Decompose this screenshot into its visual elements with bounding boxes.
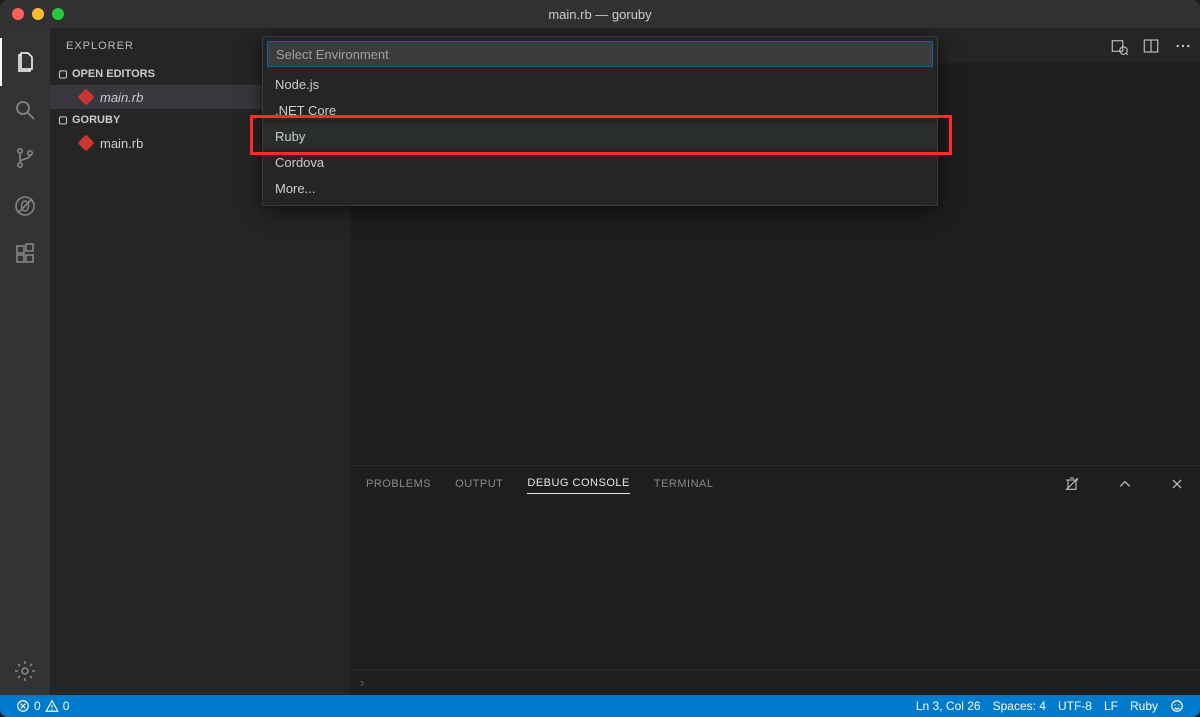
prompt-chevron-icon: › — [360, 675, 364, 690]
debug-config-icon[interactable] — [1110, 37, 1128, 55]
status-feedback[interactable] — [1164, 695, 1190, 717]
status-encoding[interactable]: UTF-8 — [1052, 695, 1098, 717]
extensions-icon — [13, 242, 37, 266]
status-language[interactable]: Ruby — [1124, 695, 1164, 717]
debug-console-body[interactable] — [350, 501, 1200, 669]
window-controls — [0, 8, 64, 20]
status-bar: 0 0 Ln 3, Col 26 Spaces: 4 UTF-8 LF Ruby — [0, 695, 1200, 717]
chevron-down-icon: ▢ — [56, 69, 70, 80]
gear-icon — [13, 659, 37, 683]
panel-tab-problems[interactable]: PROBLEMS — [366, 474, 431, 494]
more-actions-icon[interactable] — [1174, 37, 1192, 55]
close-window-button[interactable] — [12, 8, 24, 20]
activity-settings[interactable] — [0, 647, 50, 695]
panel-close-icon[interactable] — [1170, 477, 1184, 491]
quickpick-environment: Select Environment Node.js .NET Core Rub… — [262, 36, 938, 206]
debug-console-input[interactable]: › — [350, 669, 1200, 695]
activity-search[interactable] — [0, 86, 50, 134]
bottom-panel: PROBLEMS OUTPUT DEBUG CONSOLE TERMINAL — [350, 465, 1200, 695]
quickpick-placeholder: Select Environment — [276, 47, 389, 62]
open-editors-label: OPEN EDITORS — [72, 68, 155, 80]
activity-source-control[interactable] — [0, 134, 50, 182]
window: main.rb — goruby — [0, 0, 1200, 717]
quickpick-item-more[interactable]: More... — [263, 175, 937, 201]
clear-console-icon[interactable] — [1064, 476, 1080, 492]
panel-tab-terminal[interactable]: TERMINAL — [654, 474, 714, 494]
ruby-file-icon — [78, 89, 94, 105]
panel-tab-debug-console[interactable]: DEBUG CONSOLE — [527, 473, 629, 494]
quickpick-input[interactable]: Select Environment — [267, 41, 933, 67]
chevron-down-icon: ▢ — [56, 115, 70, 126]
error-icon — [16, 699, 30, 713]
window-title: main.rb — goruby — [548, 7, 651, 22]
warning-icon — [45, 699, 59, 713]
no-bug-icon — [13, 194, 37, 218]
panel-tabs: PROBLEMS OUTPUT DEBUG CONSOLE TERMINAL — [350, 466, 1200, 501]
panel-maximize-icon[interactable] — [1118, 477, 1132, 491]
minimize-window-button[interactable] — [32, 8, 44, 20]
quickpick-list: Node.js .NET Core Ruby Cordova More... — [263, 71, 937, 205]
quickpick-item-cordova[interactable]: Cordova — [263, 149, 937, 175]
panel-tab-output[interactable]: OUTPUT — [455, 474, 503, 494]
activity-bar — [0, 28, 50, 695]
smiley-icon — [1170, 699, 1184, 713]
activity-explorer[interactable] — [0, 38, 50, 86]
quickpick-item-nodejs[interactable]: Node.js — [263, 71, 937, 97]
activity-extensions[interactable] — [0, 230, 50, 278]
activity-debug[interactable] — [0, 182, 50, 230]
file-name: main.rb — [100, 90, 143, 105]
file-name: main.rb — [100, 136, 143, 151]
search-icon — [13, 98, 37, 122]
maximize-window-button[interactable] — [52, 8, 64, 20]
status-errors[interactable]: 0 0 — [10, 695, 75, 717]
split-editor-icon[interactable] — [1142, 37, 1160, 55]
ruby-file-icon — [78, 135, 94, 151]
status-cursor[interactable]: Ln 3, Col 26 — [910, 695, 987, 717]
quickpick-item-ruby[interactable]: Ruby — [263, 123, 937, 149]
project-label: GORUBY — [72, 114, 120, 126]
files-icon — [14, 50, 38, 74]
status-indent[interactable]: Spaces: 4 — [987, 695, 1052, 717]
titlebar: main.rb — goruby — [0, 0, 1200, 28]
status-eol[interactable]: LF — [1098, 695, 1124, 717]
git-branch-icon — [13, 146, 37, 170]
quickpick-item-dotnet[interactable]: .NET Core — [263, 97, 937, 123]
